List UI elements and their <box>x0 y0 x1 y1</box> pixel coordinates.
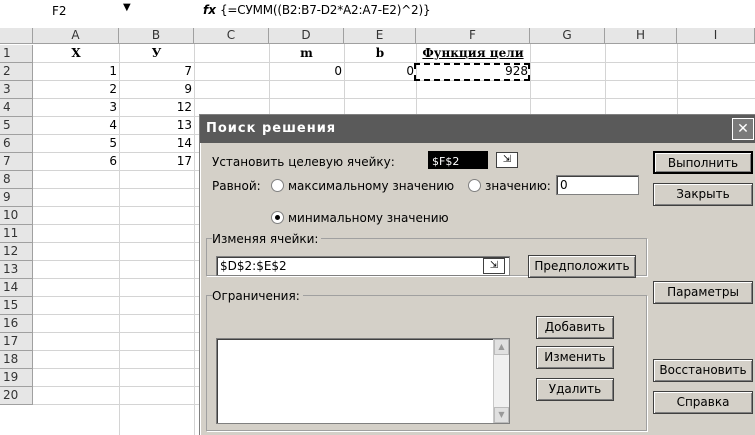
target-cell-label: Установить целевую ячейку: <box>212 155 395 169</box>
radio-value-label[interactable]: значению: <box>485 179 551 193</box>
changing-cells-field[interactable]: $D$2:$E$2 <box>216 256 510 276</box>
column-header-h[interactable]: H <box>605 28 677 44</box>
cell-b7[interactable]: 17 <box>119 153 194 170</box>
cell-a6[interactable]: 5 <box>33 135 119 152</box>
radio-min[interactable] <box>271 211 284 224</box>
execute-button[interactable]: Выполнить <box>653 151 753 174</box>
fx-icon[interactable]: fx <box>203 3 216 17</box>
cell-b4[interactable]: 12 <box>119 99 194 116</box>
cell-f1[interactable]: Функция цели <box>416 45 530 62</box>
row-header[interactable]: 1 <box>0 45 33 63</box>
column-header-c[interactable]: C <box>194 28 269 44</box>
close-icon[interactable]: ✕ <box>732 118 754 140</box>
delete-button[interactable]: Удалить <box>536 378 614 401</box>
cell-a2[interactable]: 1 <box>33 63 119 80</box>
name-box[interactable]: F2 <box>0 3 120 20</box>
reset-button[interactable]: Восстановить <box>653 359 753 382</box>
value-input[interactable]: 0 <box>556 175 639 195</box>
column-header-a[interactable]: A <box>33 28 119 44</box>
scroll-down-icon[interactable]: ▼ <box>494 407 509 423</box>
formula-input[interactable]: {=СУММ((B2:B7-D2*A2:A7-E2)^2)} <box>220 3 431 17</box>
cell-b5[interactable]: 13 <box>119 117 194 134</box>
column-header-d[interactable]: D <box>269 28 344 44</box>
row-header[interactable]: 14 <box>0 279 33 297</box>
constraints-scrollbar[interactable]: ▲ ▼ <box>493 339 509 423</box>
constraints-list[interactable] <box>216 338 510 424</box>
row-header[interactable]: 2 <box>0 63 33 81</box>
add-button[interactable]: Добавить <box>536 316 614 339</box>
radio-min-label[interactable]: минимальному значению <box>288 211 449 225</box>
target-cell-field[interactable]: $F$2 <box>428 151 488 169</box>
cell-b1[interactable]: У <box>119 45 194 62</box>
name-box-dropdown-icon[interactable]: ▼ <box>123 2 131 13</box>
column-header-g[interactable]: G <box>530 28 605 44</box>
formula-bar: F2 ▼ fx {=СУММ((B2:B7-D2*A2:A7-E2)^2)} <box>0 0 755 24</box>
radio-max-label[interactable]: максимальному значению <box>288 179 454 193</box>
cell-a5[interactable]: 4 <box>33 117 119 134</box>
row-header[interactable]: 19 <box>0 369 33 387</box>
scroll-up-icon[interactable]: ▲ <box>494 339 509 355</box>
row-header[interactable]: 13 <box>0 261 33 279</box>
grid-line <box>194 44 195 435</box>
options-button[interactable]: Параметры <box>653 281 753 304</box>
help-button[interactable]: Справка <box>653 391 753 414</box>
row-header[interactable]: 11 <box>0 225 33 243</box>
row-header[interactable]: 7 <box>0 153 33 171</box>
column-header-b[interactable]: B <box>119 28 194 44</box>
cell-a7[interactable]: 6 <box>33 153 119 170</box>
solver-dialog: Поиск решения ✕ Установить целевую ячейк… <box>199 114 755 435</box>
row-header[interactable]: 20 <box>0 387 33 405</box>
column-header-e[interactable]: E <box>344 28 416 44</box>
changing-cells-collapse-icon[interactable]: ⇲ <box>483 258 505 274</box>
row-header[interactable]: 4 <box>0 99 33 117</box>
row-header[interactable]: 6 <box>0 135 33 153</box>
row-header[interactable]: 12 <box>0 243 33 261</box>
row-header[interactable]: 15 <box>0 297 33 315</box>
cell-b2[interactable]: 7 <box>119 63 194 80</box>
cell-e1[interactable]: b <box>344 45 416 62</box>
row-header[interactable]: 16 <box>0 315 33 333</box>
cell-e2[interactable]: 0 <box>344 63 416 80</box>
row-header[interactable]: 3 <box>0 81 33 99</box>
cell-d2[interactable]: 0 <box>269 63 344 80</box>
cell-a4[interactable]: 3 <box>33 99 119 116</box>
corner-select-all[interactable] <box>0 28 33 44</box>
constraints-label: Ограничения: <box>212 289 303 303</box>
radio-max[interactable] <box>271 179 284 192</box>
row-header[interactable]: 17 <box>0 333 33 351</box>
target-cell-collapse-icon[interactable]: ⇲ <box>496 152 518 168</box>
selected-cell-marquee <box>414 63 530 81</box>
dialog-title: Поиск решения <box>200 115 755 143</box>
changing-cells-label: Изменяя ячейки: <box>212 232 322 246</box>
row-header[interactable]: 18 <box>0 351 33 369</box>
cell-a3[interactable]: 2 <box>33 81 119 98</box>
cell-a1[interactable]: X <box>33 45 119 62</box>
change-button[interactable]: Изменить <box>536 346 614 369</box>
column-header-f[interactable]: F <box>416 28 530 44</box>
equal-label: Равной: <box>212 179 261 193</box>
column-header-i[interactable]: I <box>677 28 755 44</box>
target-cell-value: $F$2 <box>432 155 460 168</box>
cell-b6[interactable]: 14 <box>119 135 194 152</box>
radio-min-dot <box>275 215 280 220</box>
radio-value[interactable] <box>468 179 481 192</box>
row-header[interactable]: 8 <box>0 171 33 189</box>
row-header[interactable]: 10 <box>0 207 33 225</box>
excel-window: { "formula_bar": { "name_box": "F2", "dr… <box>0 0 755 435</box>
row-header[interactable]: 9 <box>0 189 33 207</box>
cell-d1[interactable]: m <box>269 45 344 62</box>
row-header[interactable]: 5 <box>0 117 33 135</box>
close-button[interactable]: Закрыть <box>653 183 753 206</box>
cell-b3[interactable]: 9 <box>119 81 194 98</box>
guess-button[interactable]: Предположить <box>528 255 636 278</box>
